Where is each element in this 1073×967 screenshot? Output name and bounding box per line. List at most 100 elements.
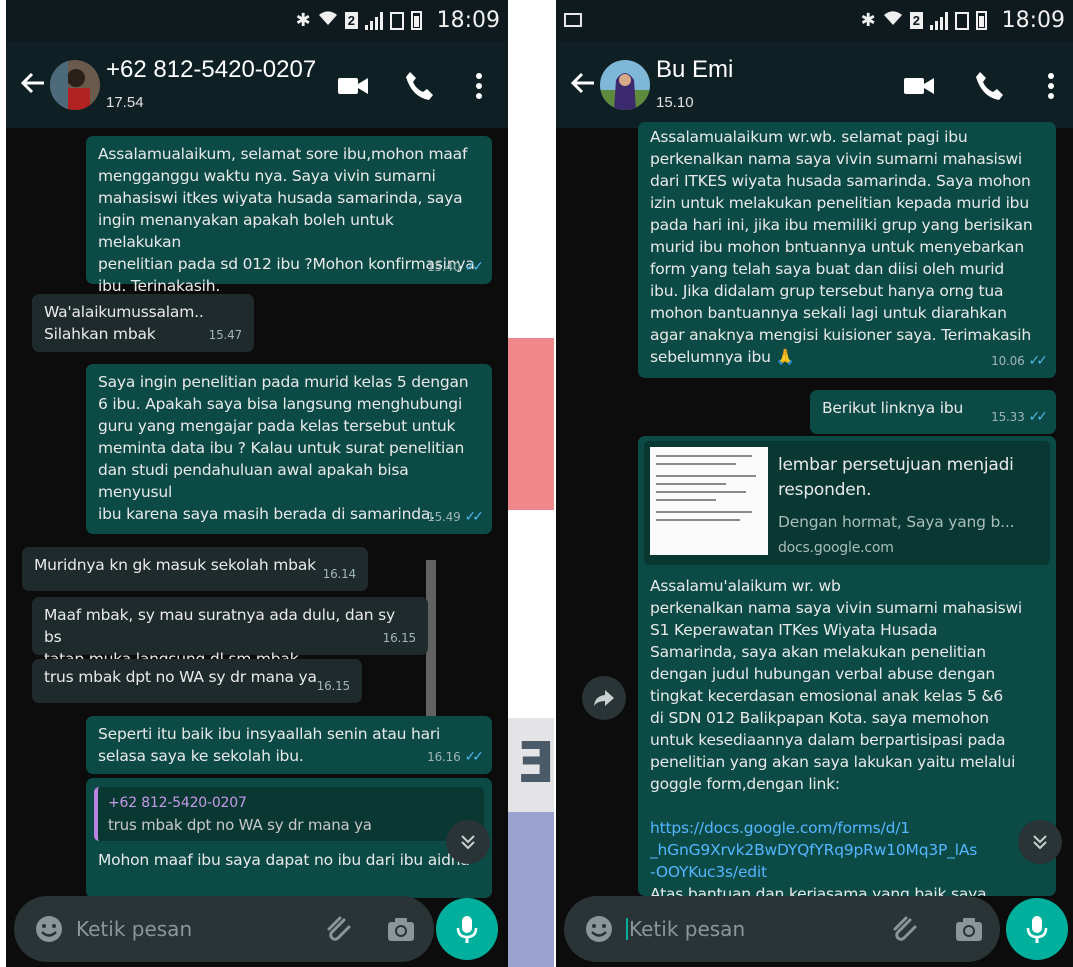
- more-options-icon[interactable]: [1034, 69, 1068, 103]
- back-arrow-icon[interactable]: [18, 68, 48, 98]
- voice-message-button[interactable]: [1006, 898, 1068, 960]
- message-text-continued: Atas bantuan dan kerjasama yang baik say…: [650, 885, 987, 896]
- camera-icon[interactable]: [954, 914, 984, 944]
- message-input-placeholder[interactable]: Ketik pesan: [626, 917, 745, 941]
- video-call-icon[interactable]: [902, 69, 936, 103]
- read-receipt-icon: ✓✓: [464, 259, 485, 275]
- text-cursor: [626, 918, 628, 940]
- scroll-to-bottom-button[interactable]: [1018, 820, 1062, 864]
- message-link[interactable]: https://docs.google.com/forms/d/1 _hGnG9…: [650, 817, 1044, 883]
- message-time: 16.14: [322, 567, 357, 581]
- forward-button[interactable]: [582, 676, 626, 720]
- phone-left: ✱ 2 18:09 +62 812-5420-0207 17.54 Assala…: [6, 0, 508, 967]
- message-text: Assalamu'alaikum wr. wb perkenalkan nama…: [650, 577, 1023, 793]
- signal-icon: [365, 11, 383, 30]
- message-composer[interactable]: Ketik pesan: [14, 896, 434, 962]
- message-time: 15.33: [991, 410, 1025, 424]
- message-text: trus mbak dpt no WA sy dr mana ya: [44, 668, 317, 686]
- read-receipt-icon: ✓✓: [464, 509, 485, 525]
- message-meta: 16.16 ✓✓: [427, 746, 485, 768]
- message-text: Mohon maaf ibu saya dapat no ibu dari ib…: [98, 851, 470, 869]
- chat-header: Bu Emi 15.10: [556, 42, 1073, 128]
- message-bubble-outgoing[interactable]: Saya ingin penelitian pada murid kelas 5…: [86, 364, 492, 534]
- link-preview-description: Dengan hormat, Saya yang b...: [778, 513, 1015, 531]
- status-icons: ✱ 2: [296, 10, 422, 31]
- bluetooth-icon: ✱: [860, 10, 876, 30]
- message-meta: 16.14: [322, 563, 357, 585]
- more-options-icon[interactable]: [462, 69, 496, 103]
- message-bubble-outgoing[interactable]: Assalamualaikum wr.wb. selamat pagi ibu …: [638, 122, 1056, 378]
- message-meta: 16.15: [382, 627, 417, 649]
- message-input-placeholder[interactable]: Ketik pesan: [76, 917, 192, 941]
- message-bubble-incoming[interactable]: Maaf mbak, sy mau suratnya ada dulu, dan…: [32, 597, 428, 668]
- status-time: 18:09: [436, 8, 500, 33]
- message-text: Seperti itu baik ibu insyaallah senin at…: [98, 725, 441, 765]
- signal-icon-secondary: [955, 11, 969, 30]
- status-icons: ✱ 2: [861, 10, 987, 31]
- message-composer[interactable]: Ketik pesan: [564, 896, 1000, 962]
- avatar[interactable]: [600, 60, 650, 110]
- microphone-icon: [456, 916, 478, 943]
- message-text: Muridnya kn gk masuk sekolah mbak: [34, 556, 316, 574]
- read-receipt-icon: ✓✓: [464, 749, 485, 765]
- wifi-icon: [883, 10, 903, 31]
- status-bar: ✱ 2 18:09: [556, 0, 1073, 42]
- voice-call-icon[interactable]: [972, 69, 1006, 103]
- link-preview-card[interactable]: lembar persetujuan menjadi responden. De…: [644, 441, 1050, 565]
- gutter-logo-fragment: Ǝ: [516, 731, 555, 796]
- message-time: 16.15: [382, 631, 417, 645]
- message-list: Assalamualaikum, selamat sore ibu,mohon …: [6, 128, 508, 967]
- message-time: 10.06: [991, 354, 1025, 368]
- message-time: 15.40: [427, 260, 461, 274]
- message-meta: 15.33 ✓✓: [991, 406, 1049, 428]
- scroll-to-bottom-button[interactable]: [446, 820, 490, 864]
- read-receipt-icon: ✓✓: [1028, 409, 1049, 425]
- message-list: Assalamualaikum wr.wb. selamat pagi ibu …: [556, 122, 1073, 967]
- voice-call-icon[interactable]: [402, 69, 436, 103]
- message-meta: 15.49 ✓✓: [427, 506, 485, 528]
- quoted-reply[interactable]: +62 812-5420-0207 trus mbak dpt no WA sy…: [94, 787, 484, 841]
- emoji-icon[interactable]: [584, 914, 614, 944]
- quoted-text: trus mbak dpt no WA sy dr mana ya: [108, 816, 372, 834]
- read-receipt-icon: ✓✓: [1028, 353, 1049, 369]
- link-preview-domain: docs.google.com: [778, 540, 894, 556]
- avatar[interactable]: [50, 60, 100, 110]
- message-bubble-outgoing[interactable]: +62 812-5420-0207 trus mbak dpt no WA sy…: [86, 778, 492, 898]
- sim-badge: 2: [344, 12, 358, 29]
- message-meta: 15.40 ✓✓: [427, 256, 485, 278]
- contact-name[interactable]: +62 812-5420-0207: [106, 56, 316, 84]
- attachment-icon[interactable]: [324, 914, 354, 944]
- attachment-icon[interactable]: [890, 914, 920, 944]
- message-bubble-incoming[interactable]: Wa'alaikumussalam.. Silahkan mbak 15.47: [32, 294, 254, 352]
- forward-arrow-icon: [594, 690, 614, 706]
- video-call-icon[interactable]: [336, 69, 370, 103]
- message-bubble-outgoing[interactable]: Berikut linknya ibu 15.33 ✓✓: [810, 390, 1056, 434]
- emoji-icon[interactable]: [34, 914, 64, 944]
- message-bubble-incoming[interactable]: trus mbak dpt no WA sy dr mana ya 16.15: [32, 659, 362, 703]
- battery-icon: [411, 11, 422, 30]
- link-preview-info: lembar persetujuan menjadi responden. De…: [778, 447, 1015, 559]
- link-preview-title: lembar persetujuan menjadi responden.: [778, 455, 1014, 500]
- message-meta: 16.15: [317, 675, 351, 697]
- phone-right: ✱ 2 18:09 Bu Emi 15.10 Assalamualaikum w…: [556, 0, 1073, 967]
- message-text: Assalamualaikum, selamat sore ibu,mohon …: [98, 145, 475, 295]
- contact-name[interactable]: Bu Emi: [656, 56, 733, 84]
- message-bubble-outgoing[interactable]: lembar persetujuan menjadi responden. De…: [638, 436, 1056, 896]
- message-bubble-outgoing[interactable]: Assalamualaikum, selamat sore ibu,mohon …: [86, 136, 492, 295]
- status-time: 18:09: [1001, 8, 1065, 33]
- chat-header: +62 812-5420-0207 17.54: [6, 42, 508, 128]
- camera-icon[interactable]: [386, 914, 416, 944]
- bluetooth-icon: ✱: [295, 10, 311, 30]
- back-arrow-icon[interactable]: [568, 68, 598, 98]
- quoted-author: +62 812-5420-0207: [108, 795, 247, 811]
- battery-icon: [976, 11, 987, 30]
- message-meta: 10.06 ✓✓: [991, 350, 1049, 372]
- voice-message-button[interactable]: [436, 898, 498, 960]
- message-bubble-outgoing[interactable]: Seperti itu baik ibu insyaallah senin at…: [86, 716, 492, 774]
- gutter-decoration-blue: [508, 812, 554, 967]
- gallery-notification-icon: [564, 13, 582, 27]
- message-bubble-incoming[interactable]: Muridnya kn gk masuk sekolah mbak 16.14: [22, 547, 368, 591]
- sim-badge: 2: [909, 12, 923, 29]
- signal-icon-secondary: [390, 11, 404, 30]
- message-time: 15.49: [427, 510, 461, 524]
